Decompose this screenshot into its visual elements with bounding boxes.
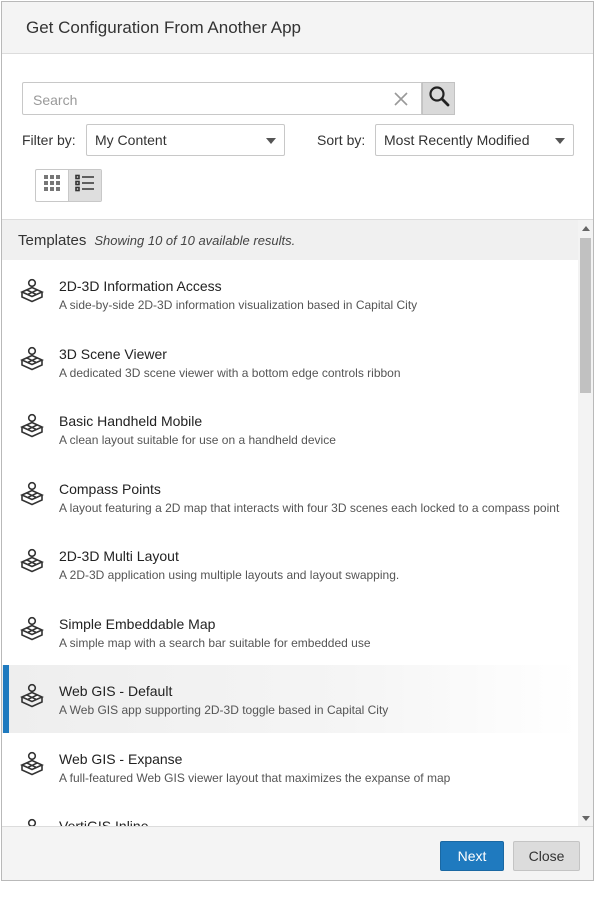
chevron-down-icon — [555, 138, 565, 144]
item-title: 2D-3D Information Access — [59, 278, 222, 294]
dialog: Get Configuration From Another App Filte… — [1, 1, 594, 881]
item-title: 3D Scene Viewer — [59, 345, 167, 362]
item-title: Compass Points — [59, 480, 161, 497]
template-app-icon — [20, 346, 44, 372]
sort-value: Most Recently Modified — [384, 132, 530, 148]
close-button[interactable]: Close — [513, 841, 580, 871]
item-description: A dedicated 3D scene viewer with a botto… — [59, 365, 401, 380]
template-app-icon — [20, 278, 44, 304]
sort-label: Sort by: — [317, 132, 366, 148]
results-panel: Templates Showing 10 of 10 available res… — [2, 219, 593, 827]
grid-view-button[interactable] — [36, 170, 68, 201]
item-title: Web GIS - Expanse — [59, 750, 183, 767]
item-title: Simple Embeddable Map — [59, 615, 216, 632]
list-item[interactable]: Simple Embeddable Map A simple map with … — [2, 598, 578, 666]
search-button[interactable] — [422, 82, 455, 115]
template-app-icon — [20, 481, 44, 507]
item-description: A full-featured Web GIS viewer layout th… — [59, 770, 451, 785]
results-header: Templates Showing 10 of 10 available res… — [2, 220, 578, 260]
dialog-footer: Next Close — [2, 826, 593, 880]
grid-icon — [43, 174, 61, 197]
list-item[interactable]: Web GIS - Default A Web GIS app supporti… — [2, 665, 578, 733]
filter-select[interactable]: My Content — [86, 124, 285, 156]
template-app-icon — [20, 413, 44, 439]
item-description: A clean layout suitable for use on a han… — [59, 433, 336, 447]
search-icon — [428, 85, 450, 112]
list-item[interactable]: 3D Scene Viewer A dedicated 3D scene vie… — [2, 328, 578, 396]
list-item[interactable]: Basic Handheld Mobile A clean layout sui… — [2, 395, 578, 463]
list-view-button[interactable] — [68, 170, 101, 201]
list-item[interactable]: Compass Points A layout featuring a 2D m… — [2, 463, 578, 531]
clear-icon[interactable] — [393, 91, 409, 107]
list-item[interactable]: 2D-3D Multi Layout A 2D-3D application u… — [2, 530, 578, 598]
dialog-title: Get Configuration From Another App — [26, 17, 301, 37]
results-title: Templates — [18, 231, 87, 249]
template-app-icon — [20, 548, 44, 574]
item-title: Basic Handheld Mobile — [59, 413, 203, 429]
item-description: A layout featuring a 2D map that interac… — [59, 500, 560, 515]
scroll-down-icon[interactable] — [582, 816, 590, 821]
item-title: 2D-3D Multi Layout — [59, 548, 179, 564]
scrollbar[interactable] — [578, 220, 593, 827]
search-box — [22, 82, 422, 115]
result-list: 2D-3D Information Access A side-by-side … — [2, 260, 593, 827]
item-description: A simple map with a search bar suitable … — [59, 635, 371, 650]
filter-label: Filter by: — [22, 132, 76, 148]
template-app-icon — [20, 751, 44, 777]
item-title: Web GIS - Default — [59, 683, 173, 699]
search-input[interactable] — [31, 87, 390, 112]
chevron-down-icon — [266, 138, 276, 144]
view-toggle — [35, 169, 102, 202]
list-item[interactable]: 2D-3D Information Access A side-by-side … — [2, 260, 578, 328]
next-button[interactable]: Next — [440, 841, 504, 871]
template-app-icon — [20, 616, 44, 642]
list-icon — [75, 174, 95, 197]
sort-select[interactable]: Most Recently Modified — [375, 124, 574, 156]
scroll-thumb[interactable] — [580, 238, 591, 393]
dialog-header: Get Configuration From Another App — [2, 2, 593, 54]
template-app-icon — [20, 683, 44, 709]
list-item[interactable]: Web GIS - Expanse A full-featured Web GI… — [2, 733, 578, 801]
item-description: A side-by-side 2D-3D information visuali… — [59, 298, 418, 312]
item-description: A Web GIS app supporting 2D-3D toggle ba… — [59, 703, 389, 717]
filter-value: My Content — [95, 132, 167, 148]
item-description: A 2D-3D application using multiple layou… — [59, 568, 400, 582]
list-item[interactable]: VertiGIS Inline — [2, 800, 578, 827]
results-count: Showing 10 of 10 available results. — [94, 232, 296, 248]
scroll-up-icon[interactable] — [582, 226, 590, 231]
